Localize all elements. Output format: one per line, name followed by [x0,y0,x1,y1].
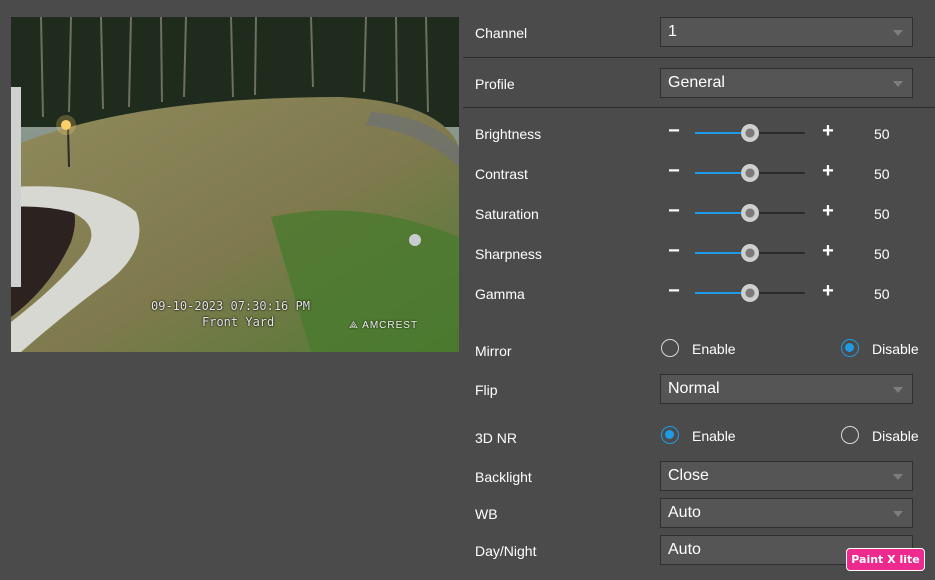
chevron-down-icon [893,387,903,393]
chevron-down-icon [893,81,903,87]
3dnr-enable-label[interactable]: Enable [692,428,736,444]
mirror-disable-radio[interactable] [841,339,859,357]
3dnr-disable-label[interactable]: Disable [872,428,919,444]
brightness-label: Brightness [475,126,542,142]
osd-timestamp: 09-10-2023 07:30:16 PM [151,299,310,313]
chevron-down-icon [893,30,903,36]
flip-label: Flip [475,382,498,398]
profile-select[interactable]: General [660,68,913,98]
chevron-down-icon [893,511,903,517]
paint-x-lite-badge: Paint X lite [846,548,925,571]
osd-logo: ⟁ AMCREST [349,320,418,331]
3dnr-label: 3D NR [475,430,518,446]
flip-value: Normal [668,380,720,397]
gamma-slider-handle[interactable] [741,284,759,302]
divider [463,107,935,108]
profile-value: General [668,74,725,91]
sharpness-increase-button[interactable]: + [820,241,836,261]
backlight-value: Close [668,467,709,484]
saturation-slider-handle[interactable] [741,204,759,222]
profile-label: Profile [475,76,515,92]
osd-logo-text: AMCREST [362,320,419,331]
divider [463,57,935,58]
mirror-label: Mirror [475,343,512,359]
osd-camera-name: Front Yard [202,315,275,329]
channel-value: 1 [668,23,677,40]
contrast-decrease-button[interactable]: − [666,161,682,181]
mirror-disable-label[interactable]: Disable [872,341,919,357]
saturation-value: 50 [874,206,890,222]
brightness-slider-handle[interactable] [741,124,759,142]
brightness-decrease-button[interactable]: − [666,121,682,141]
sharpness-slider-handle[interactable] [741,244,759,262]
contrast-increase-button[interactable]: + [820,161,836,181]
contrast-slider-handle[interactable] [741,164,759,182]
contrast-label: Contrast [475,166,528,182]
channel-label: Channel [475,25,528,41]
saturation-label: Saturation [475,206,539,222]
gamma-decrease-button[interactable]: − [666,281,682,301]
channel-select[interactable]: 1 [660,17,913,47]
mirror-enable-label[interactable]: Enable [692,341,736,357]
contrast-value: 50 [874,166,890,182]
brightness-value: 50 [874,126,890,142]
camera-preview: 09-10-2023 07:30:16 PM Front Yard ⟁ AMCR… [11,17,459,352]
wb-label: WB [475,506,498,522]
gamma-value: 50 [874,286,890,302]
chevron-down-icon [893,474,903,480]
brightness-increase-button[interactable]: + [820,121,836,141]
gamma-label: Gamma [475,286,525,302]
saturation-decrease-button[interactable]: − [666,201,682,221]
mirror-enable-radio[interactable] [661,339,679,357]
daynight-label: Day/Night [475,543,537,559]
sharpness-decrease-button[interactable]: − [666,241,682,261]
gamma-increase-button[interactable]: + [820,281,836,301]
sharpness-label: Sharpness [475,246,542,262]
wb-value: Auto [668,504,701,521]
flip-select[interactable]: Normal [660,374,913,404]
3dnr-enable-radio[interactable] [661,426,679,444]
saturation-increase-button[interactable]: + [820,201,836,221]
wb-select[interactable]: Auto [660,498,913,528]
daynight-value: Auto [668,541,701,558]
amcrest-logo-icon: ⟁ [349,320,359,331]
backlight-label: Backlight [475,469,532,485]
sharpness-value: 50 [874,246,890,262]
3dnr-disable-radio[interactable] [841,426,859,444]
backlight-select[interactable]: Close [660,461,913,491]
